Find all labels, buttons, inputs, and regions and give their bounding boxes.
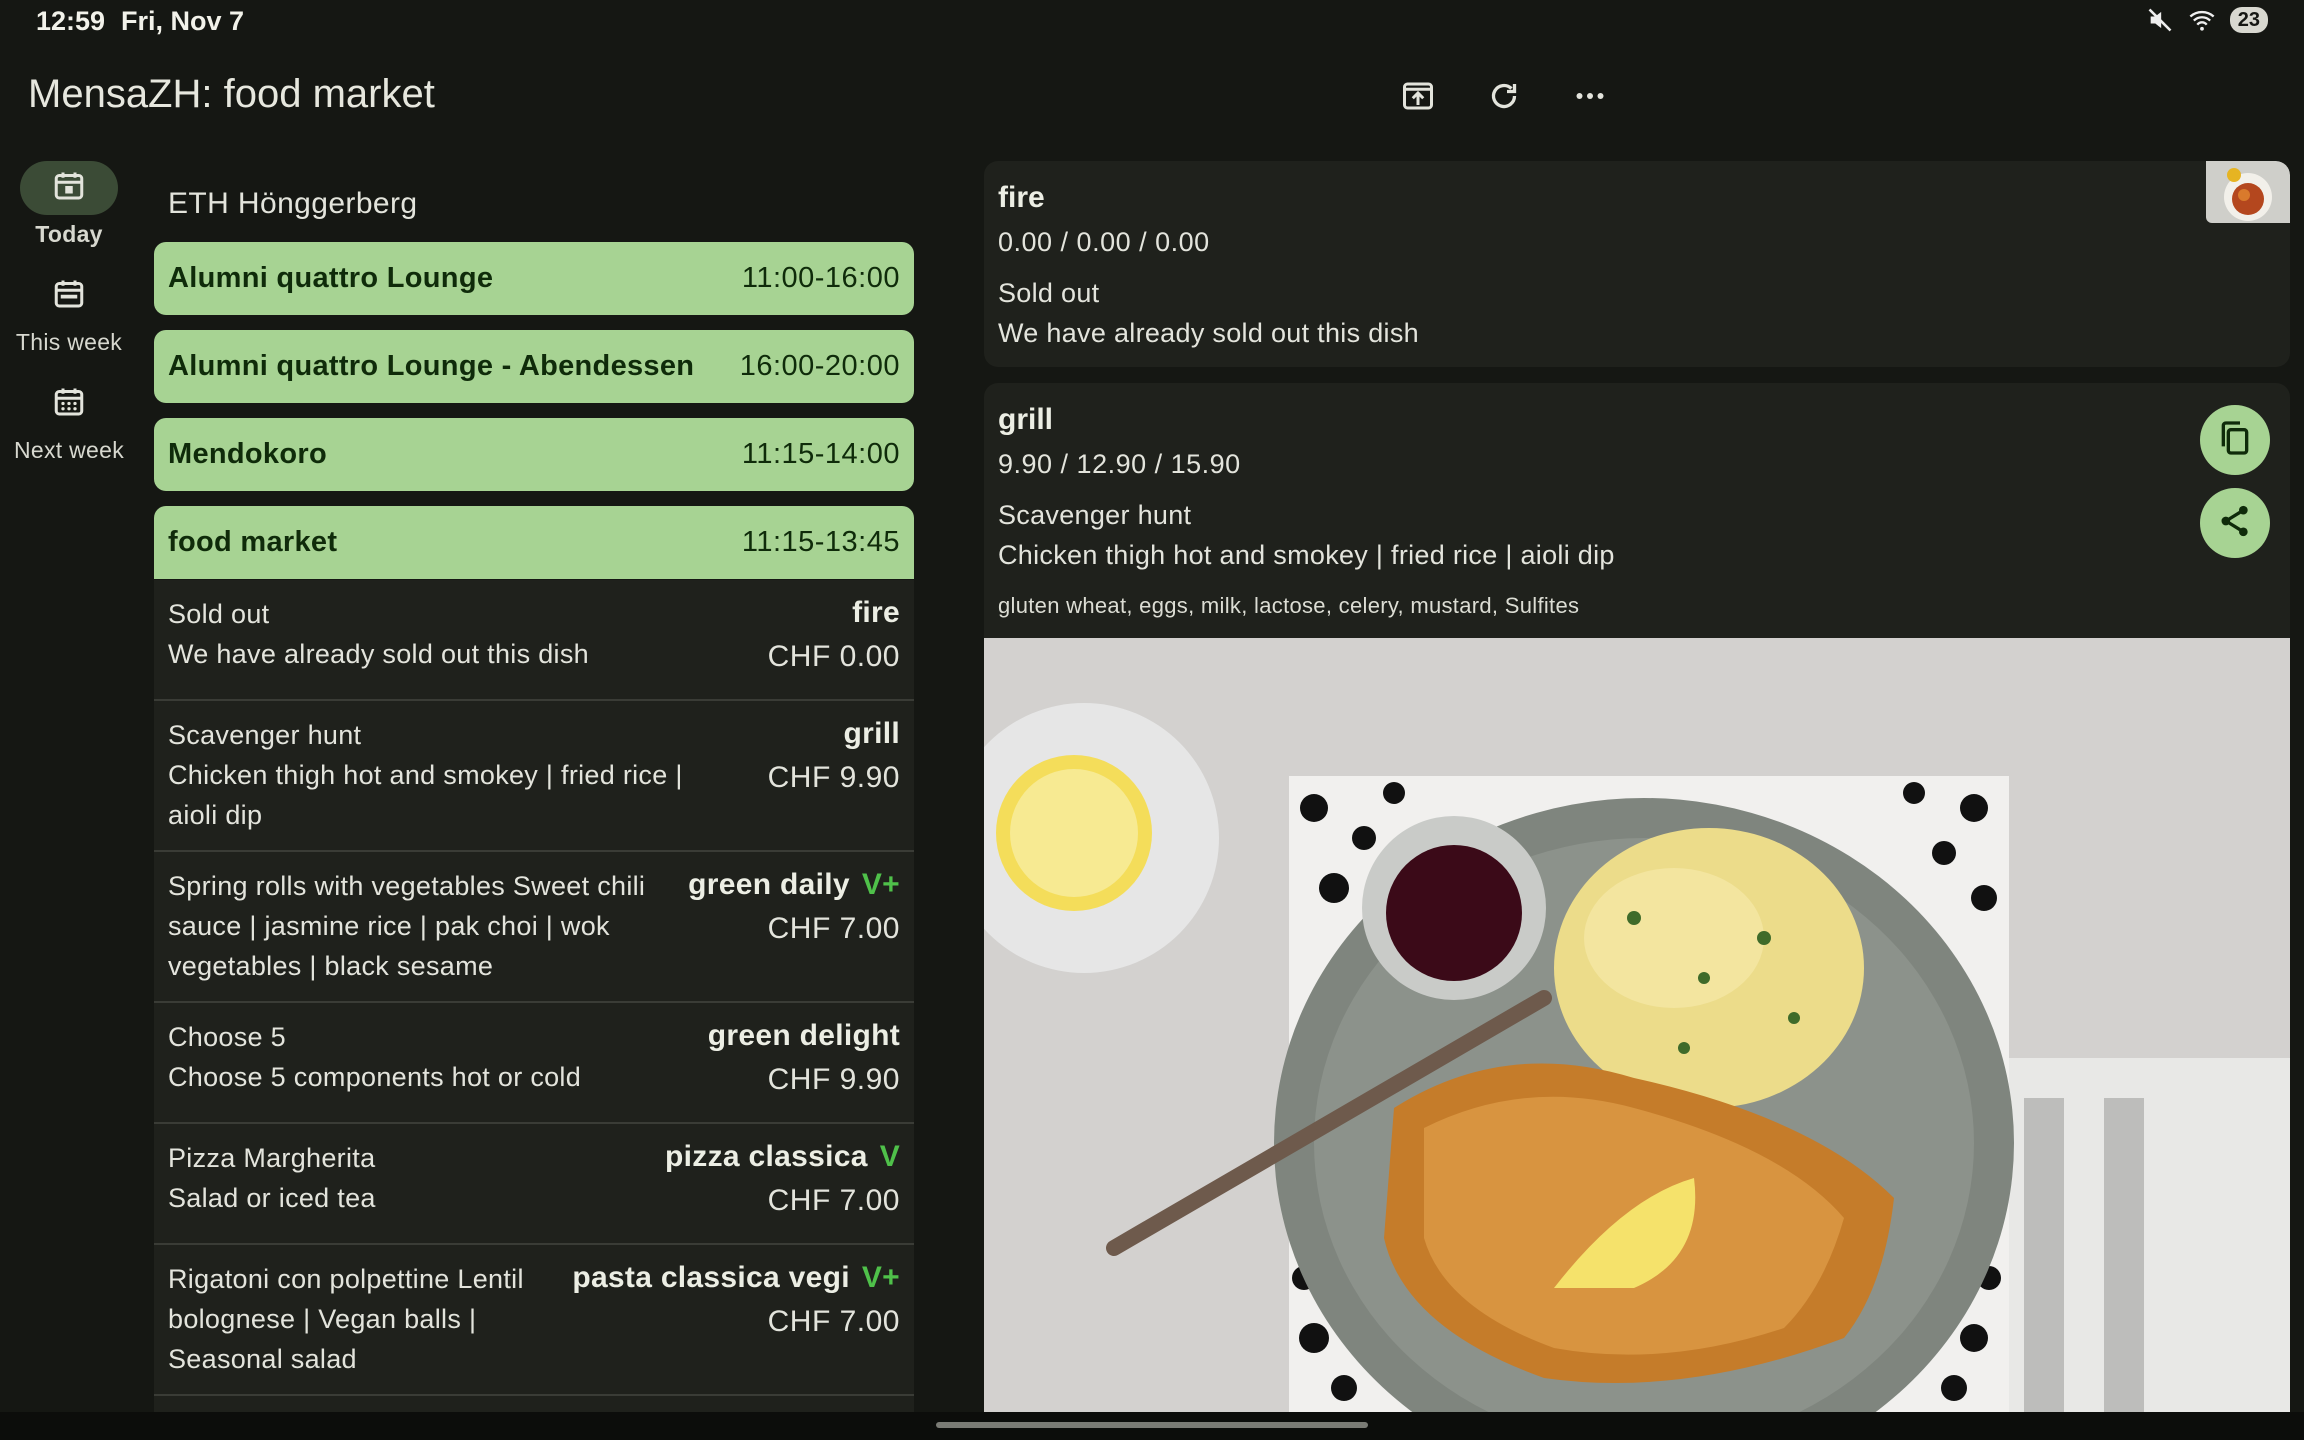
menu-price: CHF 9.90 (767, 761, 900, 794)
menu-row-grill[interactable]: Scavenger hunt Chicken thigh hot and smo… (154, 701, 914, 852)
nav-today-label: Today (35, 221, 103, 247)
canteen-hours: 16:00-20:00 (739, 350, 900, 382)
card-description: We have already sold out this dish (998, 318, 1419, 348)
menu-description: Pizza Margherita Salad or iced tea (168, 1143, 376, 1213)
menu-price: CHF 9.90 (767, 1063, 900, 1096)
menu-row-green-delight[interactable]: Choose 5 Choose 5 components hot or cold… (154, 1003, 914, 1124)
menu-meta: grill CHF 9.90 (768, 717, 900, 795)
home-indicator[interactable] (936, 1422, 1368, 1428)
nav-this-week-indicator (20, 269, 118, 323)
card-title: Scavenger hunt (998, 500, 1192, 530)
menu-price: CHF 7.00 (767, 1305, 900, 1338)
canteen-name: food market (168, 526, 338, 558)
status-icons: 23 (2146, 6, 2268, 34)
menu-description: Spring rolls with vegetables Sweet chili… (168, 871, 646, 981)
calendar-month-icon (51, 384, 87, 425)
menu-row-pasta-classica-vegi[interactable]: Rigatoni con polpettine Lentil bolognese… (154, 1245, 914, 1396)
menu-list[interactable]: Sold out We have already sold out this d… (154, 580, 914, 1412)
menu-description: Choose 5 Choose 5 components hot or cold (168, 1022, 582, 1092)
nav-next-week[interactable]: Next week (0, 377, 138, 464)
refresh-button[interactable] (1480, 74, 1528, 122)
wifi-icon (2188, 6, 2216, 34)
card-description: Chicken thigh hot and smokey | fried ric… (998, 540, 1615, 570)
menu-station: grill (843, 717, 900, 750)
card-prices: 0.00 / 0.00 / 0.00 (998, 227, 1210, 257)
canteen-name: Alumni quattro Lounge (168, 262, 494, 294)
vegan-badge: V+ (861, 1261, 900, 1294)
menu-price: CHF 7.00 (767, 912, 900, 945)
campus-title: ETH Hönggerberg (168, 187, 418, 220)
page-title: MensaZH: food market (28, 72, 435, 116)
canteen-item[interactable]: Mendokoro 11:15-14:00 (154, 418, 914, 491)
menu-meta: pizza classica V CHF 7.00 (665, 1140, 900, 1218)
card-allergens: gluten wheat, eggs, milk, lactose, celer… (998, 593, 1580, 618)
menu-price: CHF 0.00 (767, 640, 900, 673)
dish-thumbnail[interactable] (2206, 161, 2290, 223)
card-title: Sold out (998, 278, 1100, 308)
menu-station: green daily (688, 868, 850, 901)
detail-card-grill[interactable]: grill 9.90 / 12.90 / 15.90 Scavenger hun… (984, 383, 2290, 1412)
nav-next-week-indicator (20, 377, 118, 431)
nav-today-indicator (20, 161, 118, 215)
menu-title: Scavenger hunt (168, 720, 362, 750)
nav-this-week-label: This week (15, 329, 123, 355)
canteen-name: Alumni quattro Lounge - Abendessen (168, 350, 695, 382)
canteen-hours: 11:00-16:00 (741, 262, 900, 294)
menu-description: Rigatoni con polpettine Lentil bolognese… (168, 1264, 524, 1374)
canteen-item[interactable]: Alumni quattro Lounge - Abendessen 16:00… (154, 330, 914, 403)
canteen-hours: 11:15-13:45 (741, 526, 900, 558)
card-station: fire (998, 181, 1045, 214)
canteen-name: Mendokoro (168, 438, 327, 470)
menu-description: Scavenger hunt Chicken thigh hot and smo… (168, 715, 708, 835)
menu-meta: pasta classica vegi V+ CHF 7.00 (572, 1261, 900, 1339)
nav-this-week[interactable]: This week (0, 269, 138, 356)
status-date: Fri, Nov 7 (121, 6, 245, 36)
menu-price: CHF 7.00 (767, 1184, 900, 1217)
menu-row-fire[interactable]: Sold out We have already sold out this d… (154, 580, 914, 701)
calendar-week-icon (51, 276, 87, 317)
detail-card-fire[interactable]: fire 0.00 / 0.00 / 0.00 Sold out We have… (984, 161, 2290, 367)
menu-description: Sold out We have already sold out this d… (168, 599, 589, 669)
menu-row-green-daily[interactable]: Spring rolls with vegetables Sweet chili… (154, 852, 914, 1003)
status-bar: 12:59 Fri, Nov 7 23 (0, 0, 2304, 44)
dish-photo (984, 638, 2290, 1412)
menu-meta: green daily V+ CHF 7.00 (688, 868, 900, 946)
copy-icon (2215, 418, 2255, 463)
battery-indicator: 23 (2229, 7, 2268, 33)
refresh-icon (1486, 78, 1522, 119)
menu-station: pizza classica (665, 1140, 868, 1173)
status-time: 12:59 (36, 6, 106, 36)
menu-station: pasta classica vegi (572, 1261, 850, 1294)
copy-button[interactable] (2200, 405, 2270, 475)
canteen-item-expanded[interactable]: food market 11:15-13:45 (154, 506, 914, 579)
calendar-today-icon (51, 168, 87, 209)
open-in-browser-button[interactable] (1394, 74, 1442, 122)
vegetarian-badge: V (879, 1140, 900, 1173)
menu-meta: fire CHF 0.00 (768, 596, 900, 674)
nav-today[interactable]: Today (0, 161, 138, 248)
card-station: grill (998, 403, 1054, 436)
open-in-browser-icon (1400, 78, 1436, 119)
menu-row-pizza-classica[interactable]: Pizza Margherita Salad or iced tea pizza… (154, 1124, 914, 1245)
mute-icon (2146, 6, 2174, 34)
vegan-badge: V+ (861, 868, 900, 901)
more-options-button[interactable] (1566, 74, 1614, 122)
menu-meta: green delight CHF 9.90 (708, 1019, 900, 1097)
menu-station: green delight (707, 1019, 900, 1052)
more-horizontal-icon (1572, 78, 1608, 119)
menu-subtitle: Chicken thigh hot and smokey | fried ric… (168, 760, 683, 830)
canteen-item[interactable]: Alumni quattro Lounge 11:00-16:00 (154, 242, 914, 315)
menu-station: fire (852, 596, 900, 629)
share-icon (2215, 501, 2255, 546)
canteen-hours: 11:15-14:00 (741, 438, 900, 470)
card-prices: 9.90 / 12.90 / 15.90 (998, 449, 1241, 479)
share-button[interactable] (2200, 488, 2270, 558)
nav-next-week-label: Next week (13, 437, 125, 463)
